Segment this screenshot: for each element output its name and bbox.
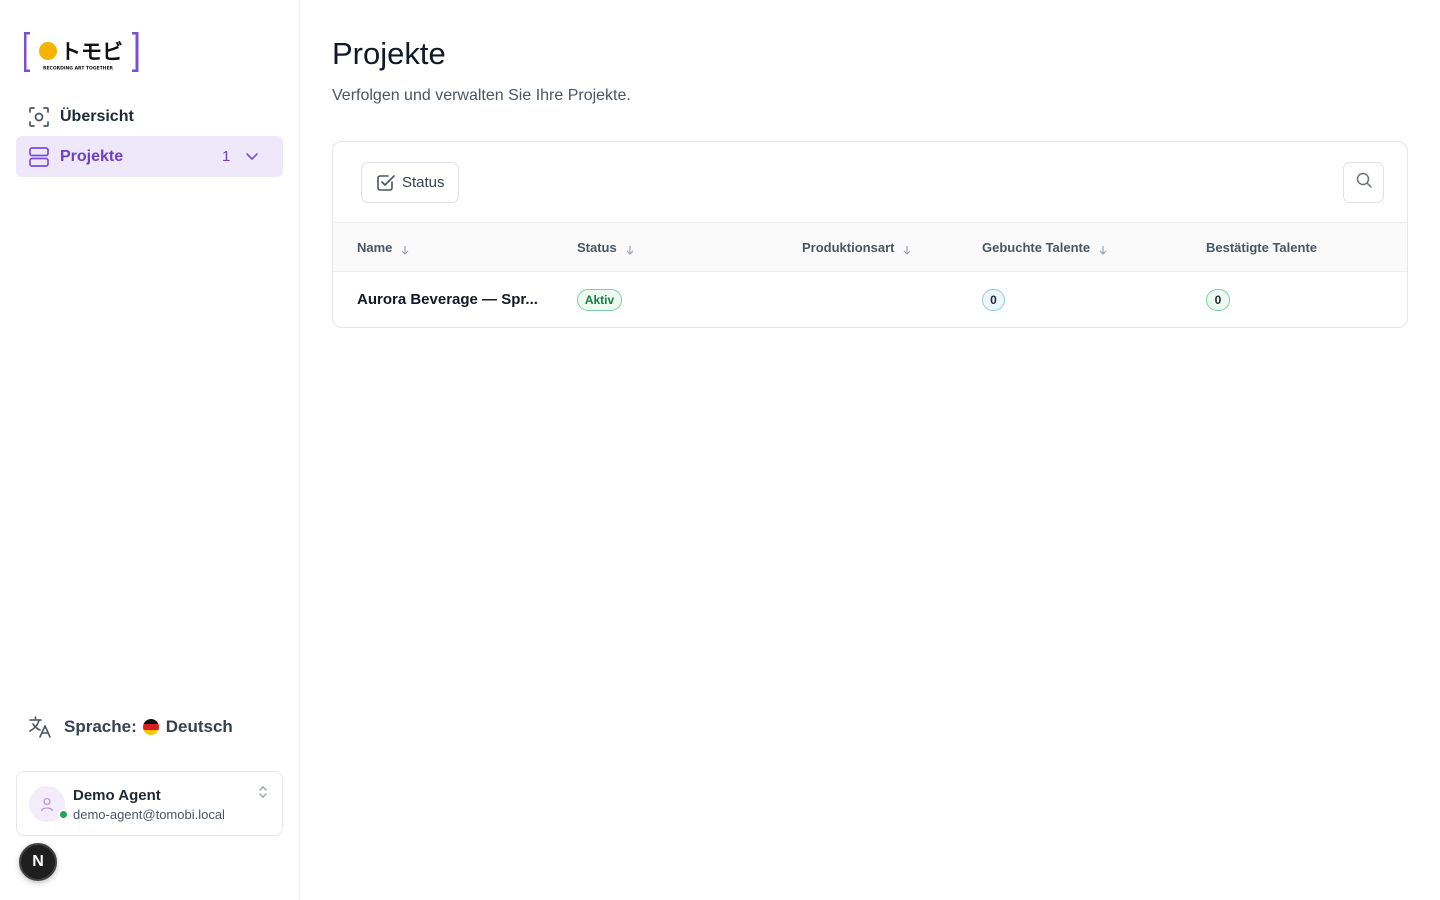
column-label: Name <box>357 240 393 255</box>
dev-tools-badge[interactable]: N <box>19 843 57 881</box>
sort-arrow-icon <box>400 243 410 255</box>
language-switcher[interactable]: Sprache: Deutsch <box>28 715 233 739</box>
language-value: Deutsch <box>165 717 233 736</box>
svg-text:トモビ: トモビ <box>60 40 123 64</box>
user-name: Demo Agent <box>73 787 161 804</box>
table-row[interactable]: Aurora Beverage — Spr... Aktiv 0 0 <box>333 273 1407 327</box>
sort-arrow-icon <box>625 243 635 255</box>
project-name[interactable]: Aurora Beverage — Spr... <box>357 291 538 308</box>
sort-arrow-icon <box>902 243 912 255</box>
server-stack-icon <box>28 146 50 168</box>
status-filter-button[interactable]: Status <box>361 162 459 203</box>
projects-table-card: Status Name Status Produktionsart Gebuch… <box>332 141 1408 328</box>
search-button[interactable] <box>1343 162 1384 203</box>
status-filter-label: Status <box>402 174 445 191</box>
column-header-confirmed-talents[interactable]: Bestätigte Talente <box>1206 240 1317 255</box>
sidebar-item-label: Projekte <box>60 147 124 165</box>
sidebar-item-label: Übersicht <box>60 107 134 125</box>
column-label: Status <box>577 240 617 255</box>
confirmed-talents-badge: 0 <box>1206 289 1230 311</box>
table-header: Name Status Produktionsart Gebuchte Tale… <box>333 222 1407 272</box>
chevron-down-icon[interactable] <box>244 148 260 164</box>
column-label: Produktionsart <box>802 240 895 255</box>
page-title: Projekte <box>332 36 446 71</box>
column-header-booked-talents[interactable]: Gebuchte Talente <box>982 240 1108 255</box>
column-label: Bestätigte Talente <box>1206 240 1318 255</box>
main-content: Projekte Verfolgen und verwalten Sie Ihr… <box>300 0 1440 900</box>
page-subtitle: Verfolgen und verwalten Sie Ihre Projekt… <box>332 87 631 104</box>
sidebar: トモビ RECORDING ART TOGETHER Übersicht Pro… <box>0 0 300 900</box>
sidebar-item-overview[interactable]: Übersicht <box>16 96 283 137</box>
svg-text:RECORDING ART TOGETHER: RECORDING ART TOGETHER <box>43 66 114 72</box>
brand-logo[interactable]: トモビ RECORDING ART TOGETHER <box>23 31 140 73</box>
search-icon <box>1355 171 1373 194</box>
language-label: Sprache: <box>64 717 137 736</box>
project-count: 1 <box>222 148 231 165</box>
sidebar-item-projects[interactable]: Projekte 1 <box>16 136 283 177</box>
scan-eye-icon <box>28 106 50 128</box>
user-email: demo-agent@tomobi.local <box>73 807 225 822</box>
booked-talents-badge: 0 <box>982 289 1005 311</box>
user-menu[interactable]: Demo Agent demo-agent@tomobi.local <box>16 771 283 836</box>
sort-arrow-icon <box>1098 243 1108 255</box>
online-status-indicator <box>58 809 69 820</box>
status-badge: Aktiv <box>577 289 622 311</box>
column-header-production-type[interactable]: Produktionsart <box>802 240 912 255</box>
translate-icon <box>28 715 52 739</box>
column-header-status[interactable]: Status <box>577 240 635 255</box>
column-label: Gebuchte Talente <box>982 240 1091 255</box>
square-check-icon <box>376 173 396 193</box>
column-header-name[interactable]: Name <box>357 240 410 255</box>
german-flag-icon <box>142 719 159 735</box>
chevrons-up-down-icon <box>257 784 269 800</box>
